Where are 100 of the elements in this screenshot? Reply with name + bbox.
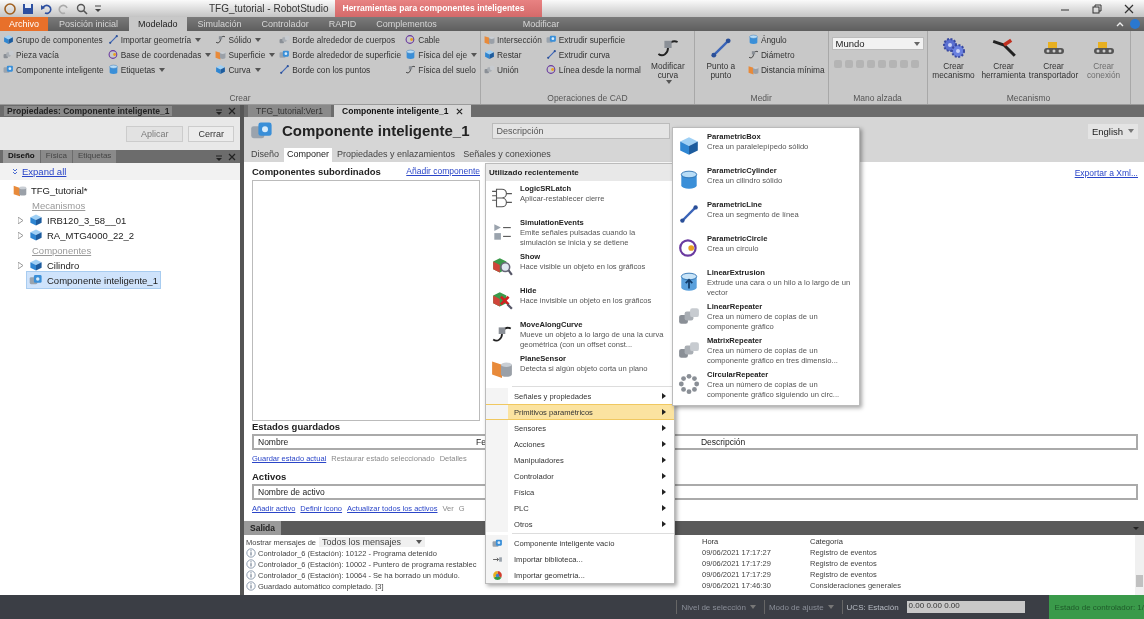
ribbon-button[interactable]: Componente inteligente	[3, 64, 104, 75]
component-icon	[491, 537, 503, 549]
section-heading: Estados guardados	[252, 421, 341, 432]
ribbon-tab[interactable]: Posición inicial	[50, 17, 128, 31]
caret-icon	[827, 605, 834, 609]
add-component-link[interactable]: Añadir componente	[406, 166, 480, 177]
coordinates-field: 0.00 0.00 0.00	[906, 601, 1025, 613]
circle-icon	[405, 34, 417, 45]
scrollbar[interactable]	[1135, 535, 1144, 595]
component-title: Componente inteligente_1	[282, 122, 470, 140]
tree-root[interactable]: TFG_tutorial*	[10, 181, 91, 199]
plane-sensor-icon	[13, 183, 27, 197]
submenu-arrow-icon	[662, 441, 666, 447]
ribbon-tab[interactable]: Simulación	[188, 17, 251, 31]
ribbon-large-button[interactable]: Crear herramienta	[980, 34, 1027, 93]
editor-tab[interactable]: Señales y conexiones	[460, 148, 554, 162]
ribbon-button[interactable]: Sólido	[215, 34, 276, 45]
cube-icon	[29, 258, 43, 272]
editor-tab[interactable]: Diseño	[248, 148, 282, 162]
message-filter-dropdown[interactable]: Todos los mensajes	[319, 537, 426, 547]
document-tab[interactable]: Componente inteligente_1	[334, 105, 472, 117]
reference-dropdown[interactable]: Mundo	[831, 37, 924, 50]
search-icon[interactable]	[76, 2, 88, 15]
ribbon-large-button[interactable]: Crear mecanismo	[930, 34, 977, 93]
ribbon-button[interactable]: Curva	[215, 64, 276, 75]
export-link[interactable]: Exportar a Xml...	[1074, 166, 1138, 178]
toolbar-menu-icon[interactable]	[94, 3, 102, 14]
pin-icon[interactable]	[215, 152, 223, 161]
curve-icon	[215, 34, 227, 45]
line-icon	[708, 36, 733, 60]
document-tab[interactable]: TFG_tutorial:Ver1	[248, 105, 332, 117]
ribbon-button[interactable]: Intersección	[484, 34, 542, 45]
line-icon	[545, 49, 557, 60]
ribbon-button[interactable]: Cable	[405, 34, 478, 45]
blocks-icon	[279, 34, 291, 45]
collapse-ribbon-icon[interactable]	[1116, 21, 1124, 27]
ribbon-button[interactable]: Importar geometría	[107, 34, 212, 45]
ribbon-tab[interactable]: RAPID	[319, 17, 366, 31]
ribbon-button[interactable]: Etiquetas	[107, 64, 212, 75]
line-icon	[279, 64, 291, 75]
description-field[interactable]: Descripción	[491, 123, 670, 139]
ribbon-button[interactable]: Base de coordenadas	[107, 49, 212, 60]
ribbon-button[interactable]: Grupo de componentes	[3, 34, 104, 45]
cube-icon	[678, 135, 700, 157]
ribbon-large-button[interactable]: Crear transportador	[1030, 34, 1077, 93]
tree-item[interactable]: IRB120_3_58__01	[26, 211, 130, 229]
column-header: Fe	[476, 437, 486, 447]
ribbon-tab[interactable]: Complementos	[367, 17, 446, 31]
editor-tab[interactable]: Componer	[284, 148, 333, 162]
tree-category: Mecanismos	[31, 199, 86, 211]
close-icon[interactable]	[456, 107, 464, 115]
ribbon-tab[interactable]: Modificar	[513, 17, 569, 31]
ribbon-button[interactable]: Unión	[484, 64, 542, 75]
gripper-icon	[991, 36, 1016, 60]
ribbon-button[interactable]: Borde alrededor de cuerpos	[279, 34, 402, 45]
tree-item[interactable]: Cilindro	[26, 256, 83, 274]
restore-icon[interactable]	[1092, 3, 1102, 14]
panel-tab[interactable]: Diseño	[3, 150, 40, 163]
output-tab[interactable]: Salida	[244, 521, 282, 535]
tree-item[interactable]: RA_MTG4000_22_2	[26, 226, 138, 244]
ribbon-button[interactable]: Extrudir superficie	[545, 34, 641, 45]
ribbon-tab[interactable]: Controlador	[252, 17, 318, 31]
blocks-icon	[678, 339, 700, 361]
expand-all-link[interactable]: Expand all	[22, 166, 67, 177]
language-dropdown[interactable]: English	[1087, 123, 1138, 139]
ribbon-button[interactable]: Extrudir curva	[545, 49, 641, 60]
tree-item[interactable]: Componente inteligente_1	[26, 271, 161, 289]
ribbon-tab[interactable]: Modelado	[129, 17, 187, 31]
blocks-icon	[484, 64, 496, 75]
ring-icon	[678, 373, 700, 395]
ribbon-button[interactable]: Física del eje	[405, 49, 478, 60]
ribbon-large-button[interactable]: Modificar curva	[644, 34, 691, 93]
ribbon-button[interactable]: Pieza vacía	[3, 49, 104, 60]
ribbon-button[interactable]: Ángulo	[747, 34, 825, 45]
save-icon[interactable]	[22, 2, 34, 15]
cube-icon	[215, 64, 227, 75]
ribbon-button[interactable]: Superficie	[215, 49, 276, 60]
ribbon-button[interactable]: Borde alrededor de superficie	[279, 49, 402, 60]
ribbon-button[interactable]: Borde con los puntos	[279, 64, 402, 75]
redo-icon[interactable]	[58, 2, 70, 15]
panel-button[interactable]: Cerrar	[188, 125, 234, 142]
ribbon-button[interactable]: Física del suelo	[405, 64, 478, 75]
pin-icon[interactable]	[1132, 524, 1140, 532]
editor-tab[interactable]: Propiedades y enlazamientos	[334, 148, 459, 162]
close-icon[interactable]	[1124, 3, 1134, 14]
ribbon-large-button[interactable]: Punto a punto	[697, 34, 744, 93]
app-logo-icon[interactable]	[4, 2, 16, 15]
ucs-label: UCS: Estación	[841, 600, 903, 614]
ribbon-button[interactable]: Diámetro	[747, 49, 825, 60]
pin-icon[interactable]	[215, 107, 223, 115]
circle-icon	[107, 49, 119, 60]
expand-all-icon	[12, 167, 18, 176]
cube-magnifier-icon	[491, 255, 513, 277]
component-icon	[29, 273, 43, 287]
ribbon-button[interactable]: Restar	[484, 49, 542, 60]
undo-icon[interactable]	[40, 2, 52, 15]
ribbon-button[interactable]: Línea desde la normal	[545, 64, 641, 75]
caret-icon	[416, 540, 423, 544]
expand-arrow-icon[interactable]	[18, 261, 23, 269]
ribbon-button[interactable]: Distancia mínima	[747, 64, 825, 75]
